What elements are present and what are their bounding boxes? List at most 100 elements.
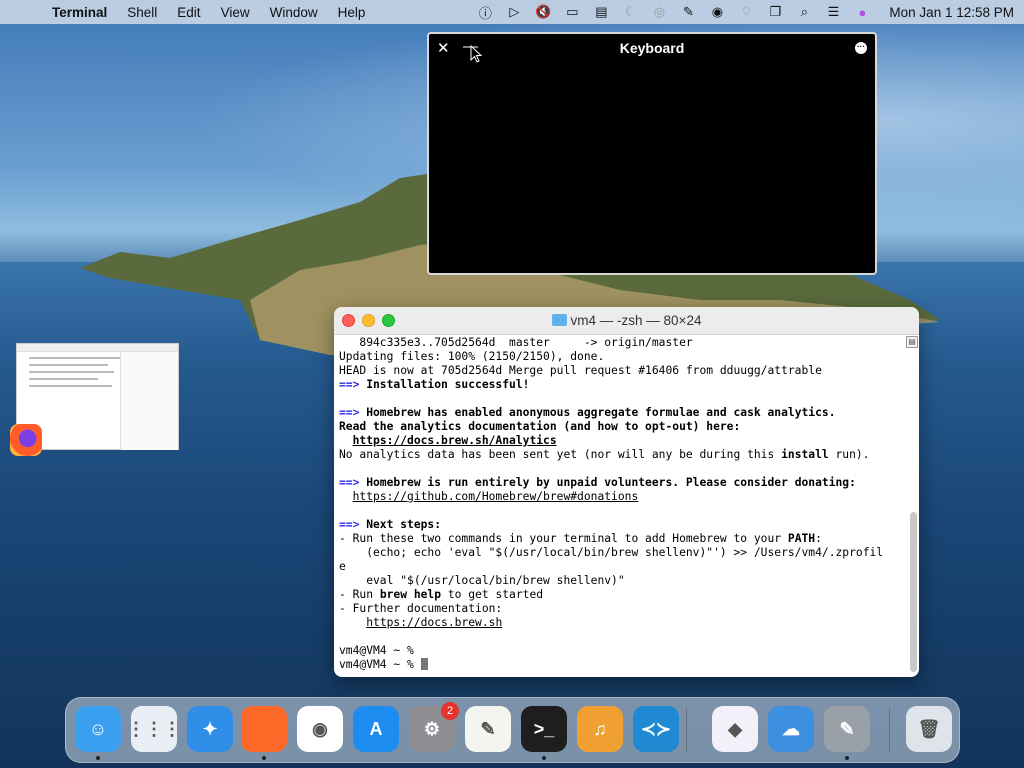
terminal-text: - Run these two commands in your termina… bbox=[339, 532, 788, 545]
menu-app-name[interactable]: Terminal bbox=[52, 5, 107, 20]
trash-glyph: 🗑 bbox=[917, 718, 941, 739]
menu-clock[interactable]: Mon Jan 1 12:58 PM bbox=[889, 5, 1014, 20]
terminal-text: ==> bbox=[339, 378, 360, 391]
menu-bar: Terminal Shell Edit View Window Help ⓘ ▷… bbox=[0, 0, 1024, 24]
terminal-line: (echo; echo 'eval "$(/usr/local/bin/brew… bbox=[339, 546, 919, 560]
thumbnail-line bbox=[29, 364, 108, 366]
split-pane-icon[interactable]: ▤ bbox=[906, 336, 918, 348]
terminal-line: - Run brew help to get started bbox=[339, 588, 919, 602]
wifi-icon[interactable]: ⌔ bbox=[738, 4, 754, 20]
dock-launchpad-icon[interactable]: ⋮⋮⋮ bbox=[127, 706, 181, 752]
dock-separator bbox=[686, 708, 687, 752]
terminal-scrollbar[interactable] bbox=[910, 512, 917, 672]
search-icon[interactable]: ⌕ bbox=[796, 4, 812, 20]
running-indicator bbox=[96, 756, 100, 760]
terminal-text: eval "$(/usr/local/bin/brew shellenv)" bbox=[339, 574, 625, 587]
running-indicator bbox=[845, 756, 849, 760]
thumbnail-line bbox=[29, 371, 114, 373]
terminal-text: No analytics data has been sent yet (nor… bbox=[339, 448, 782, 461]
dock-safari-icon[interactable]: ✦ bbox=[187, 706, 233, 752]
terminal-line: https://docs.brew.sh bbox=[339, 616, 919, 630]
terminal-text: vm4@VM4 ~ % bbox=[339, 644, 414, 657]
terminal-line: - Further documentation: bbox=[339, 602, 919, 616]
keyboard-viewer-window[interactable]: ✕ — Keyboard ··· bbox=[427, 32, 877, 275]
terminal-title: vm4 — -zsh — 80×24 bbox=[334, 313, 919, 328]
text-cursor[interactable] bbox=[420, 658, 428, 670]
accessibility-icon[interactable]: ⓘ bbox=[477, 4, 493, 21]
terminal-output[interactable]: 894c335e3..705d2564d master -> origin/ma… bbox=[334, 335, 919, 677]
window-icon[interactable]: ❐ bbox=[767, 4, 783, 20]
terminal-link[interactable]: https://docs.brew.sh bbox=[366, 616, 502, 629]
dock-garageband-icon[interactable]: ♫ bbox=[577, 706, 623, 752]
keyboard-window-title: Keyboard bbox=[619, 40, 685, 56]
thumbnail-line bbox=[29, 385, 112, 387]
thumbnail-toolbar bbox=[17, 344, 178, 352]
terminal-line: eval "$(/usr/local/bin/brew shellenv)" bbox=[339, 574, 919, 588]
app-store-glyph: A bbox=[369, 718, 383, 739]
dock-vscode-icon[interactable]: ≺≻ bbox=[633, 706, 679, 752]
terminal-window[interactable]: vm4 — -zsh — 80×24 894c335e3..705d2564d … bbox=[334, 307, 919, 677]
thumbnail-sidebar bbox=[120, 352, 178, 450]
dock-visual-studio-icon[interactable]: ◆ bbox=[712, 706, 758, 752]
terminal-text: PATH bbox=[787, 532, 816, 545]
terminal-glyph: >_ bbox=[533, 718, 555, 739]
menu-window[interactable]: Window bbox=[270, 5, 318, 20]
terminal-titlebar[interactable]: vm4 — -zsh — 80×24 bbox=[334, 307, 919, 335]
terminal-link[interactable]: https://docs.brew.sh/Analytics bbox=[353, 434, 557, 447]
dock-trash-icon[interactable]: 🗑 bbox=[906, 706, 952, 752]
terminal-text: Updating files: 100% (2150/2150), done. bbox=[339, 350, 605, 363]
dock-script-editor-icon[interactable]: ✎ bbox=[824, 706, 870, 752]
running-indicator bbox=[262, 756, 266, 760]
terminal-line: ==> Homebrew has enabled anonymous aggre… bbox=[339, 406, 919, 420]
firefox-badge-icon bbox=[10, 424, 42, 456]
terminal-line: vm4@VM4 ~ % bbox=[339, 658, 919, 672]
dock-finder-icon[interactable]: ☺ bbox=[75, 706, 121, 752]
chrome-glyph: ◉ bbox=[312, 718, 328, 739]
more-options-icon[interactable]: ··· bbox=[855, 42, 867, 54]
menu-shell[interactable]: Shell bbox=[127, 5, 157, 20]
control-center-icon[interactable]: ☰ bbox=[825, 4, 841, 20]
dock-system-preferences-icon[interactable]: ⚙ 2 bbox=[409, 702, 459, 752]
terminal-line: ==> Homebrew is run entirely by unpaid v… bbox=[339, 476, 919, 490]
terminal-link[interactable]: https://github.com/Homebrew/brew#donatio… bbox=[353, 490, 639, 503]
visual-studio-glyph: ◆ bbox=[728, 718, 742, 739]
terminal-text: Homebrew is run entirely by unpaid volun… bbox=[359, 476, 856, 489]
dock-terminal-icon[interactable]: >_ bbox=[521, 706, 567, 752]
play-icon[interactable]: ▷ bbox=[506, 4, 522, 20]
menu-view[interactable]: View bbox=[221, 5, 250, 20]
sidebar-icon[interactable]: ▤ bbox=[593, 4, 609, 20]
moon-icon[interactable]: ☾ bbox=[622, 4, 638, 20]
pencil-off-icon[interactable]: ✎ bbox=[680, 4, 696, 20]
textedit-glyph: ✎ bbox=[480, 718, 496, 739]
display-icon[interactable]: ▭ bbox=[564, 4, 580, 20]
mute-icon[interactable]: 🔇 bbox=[535, 4, 551, 20]
user-icon[interactable]: ◉ bbox=[709, 4, 725, 20]
dock-app-store-icon[interactable]: A bbox=[353, 706, 399, 752]
terminal-text: ==> bbox=[339, 406, 360, 419]
menu-edit[interactable]: Edit bbox=[177, 5, 200, 20]
terminal-text: - Further documentation: bbox=[339, 602, 503, 615]
launchpad-glyph: ⋮⋮⋮ bbox=[127, 718, 181, 739]
vscode-glyph: ≺≻ bbox=[640, 718, 672, 739]
terminal-line: - Run these two commands in your termina… bbox=[339, 532, 919, 546]
dock-firefox-icon[interactable] bbox=[241, 706, 287, 752]
notification-badge: 2 bbox=[441, 702, 459, 720]
siri-icon[interactable]: ● bbox=[854, 4, 870, 20]
dock-chrome-icon[interactable]: ◉ bbox=[297, 706, 343, 752]
terminal-line: Read the analytics documentation (and ho… bbox=[339, 420, 919, 434]
terminal-text: vm4@VM4 ~ % bbox=[339, 658, 421, 671]
terminal-title-text: vm4 — -zsh — 80×24 bbox=[570, 313, 702, 328]
dock-textedit-icon[interactable]: ✎ bbox=[465, 706, 511, 752]
running-indicator bbox=[542, 756, 546, 760]
airdrop-icon[interactable]: ◎ bbox=[651, 4, 667, 20]
script-editor-glyph: ✎ bbox=[839, 718, 855, 739]
safari-glyph: ✦ bbox=[202, 718, 218, 739]
terminal-text: to get started bbox=[441, 588, 544, 601]
terminal-line: https://github.com/Homebrew/brew#donatio… bbox=[339, 490, 919, 504]
firefox-glyph bbox=[241, 706, 287, 752]
menu-help[interactable]: Help bbox=[338, 5, 366, 20]
dock-weather-icon[interactable]: ☁ bbox=[768, 706, 814, 752]
